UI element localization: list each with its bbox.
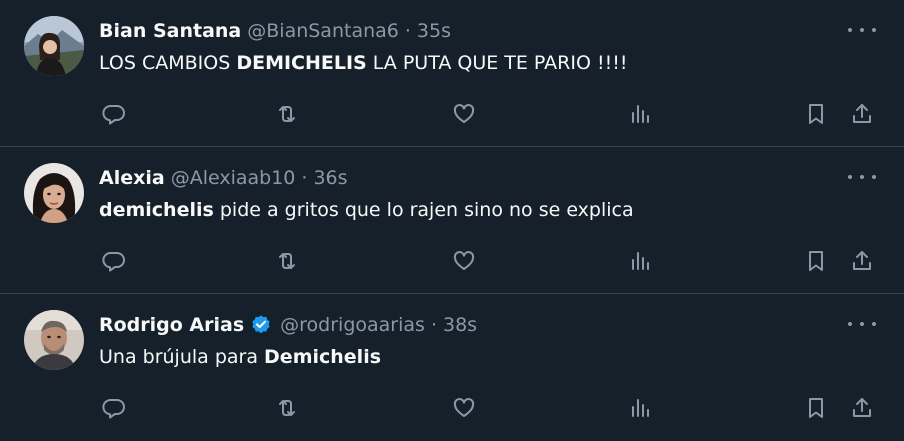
bookmark-icon[interactable] — [803, 395, 829, 421]
avatar[interactable] — [24, 163, 84, 223]
author-name[interactable]: Rodrigo Arias — [99, 312, 244, 338]
avatar[interactable] — [24, 310, 84, 370]
tweet-header: Bian Santana @BianSantana6 · 35s — [99, 18, 451, 44]
author-handle[interactable]: @rodrigoaarias — [280, 312, 425, 338]
reply-icon[interactable] — [101, 101, 127, 127]
separator-dot: · — [404, 20, 411, 42]
tweet-card[interactable]: Rodrigo Arias @rodrigoaarias · 38s Una b… — [0, 294, 904, 441]
separator-dot: · — [430, 314, 437, 336]
verified-badge-icon[interactable] — [250, 314, 272, 336]
tweet-actions — [99, 248, 876, 274]
separator-dot: · — [301, 167, 308, 189]
views-chart-icon[interactable] — [627, 248, 653, 274]
views-chart-icon[interactable] — [627, 101, 653, 127]
share-icon[interactable] — [849, 395, 875, 421]
more-horizontal-icon[interactable] — [848, 314, 876, 334]
bookmark-icon[interactable] — [803, 248, 829, 274]
tweet-card[interactable]: Alexia @Alexiaab10 · 36s demichelis pide… — [0, 147, 904, 294]
author-handle[interactable]: @Alexiaab10 — [171, 165, 296, 191]
tweet-text: demichelis pide a gritos que lo rajen si… — [99, 199, 634, 221]
tweet-actions — [99, 101, 876, 127]
timestamp[interactable]: 36s — [313, 165, 347, 191]
timestamp[interactable]: 38s — [443, 312, 477, 338]
timestamp[interactable]: 35s — [417, 18, 451, 44]
heart-icon[interactable] — [451, 395, 477, 421]
author-name[interactable]: Alexia — [99, 165, 165, 191]
tweet-card[interactable]: Bian Santana @BianSantana6 · 35s LOS CAM… — [0, 0, 904, 147]
reply-icon[interactable] — [101, 395, 127, 421]
retweet-icon[interactable] — [274, 101, 300, 127]
author-name[interactable]: Bian Santana — [99, 18, 241, 44]
tweet-header: Alexia @Alexiaab10 · 36s — [99, 165, 348, 191]
more-horizontal-icon[interactable] — [848, 167, 876, 187]
share-icon[interactable] — [849, 101, 875, 127]
retweet-icon[interactable] — [274, 395, 300, 421]
retweet-icon[interactable] — [274, 248, 300, 274]
tweet-actions — [99, 395, 876, 421]
bookmark-icon[interactable] — [803, 101, 829, 127]
avatar[interactable] — [24, 16, 84, 76]
tweet-text: LOS CAMBIOS DEMICHELIS LA PUTA QUE TE PA… — [99, 52, 628, 74]
tweet-text: Una brújula para Demichelis — [99, 346, 382, 368]
reply-icon[interactable] — [101, 248, 127, 274]
more-horizontal-icon[interactable] — [848, 20, 876, 40]
heart-icon[interactable] — [451, 248, 477, 274]
share-icon[interactable] — [849, 248, 875, 274]
author-handle[interactable]: @BianSantana6 — [247, 18, 399, 44]
tweet-header: Rodrigo Arias @rodrigoaarias · 38s — [99, 312, 477, 338]
heart-icon[interactable] — [451, 101, 477, 127]
views-chart-icon[interactable] — [627, 395, 653, 421]
timeline-feed: Bian Santana @BianSantana6 · 35s LOS CAM… — [0, 0, 904, 441]
